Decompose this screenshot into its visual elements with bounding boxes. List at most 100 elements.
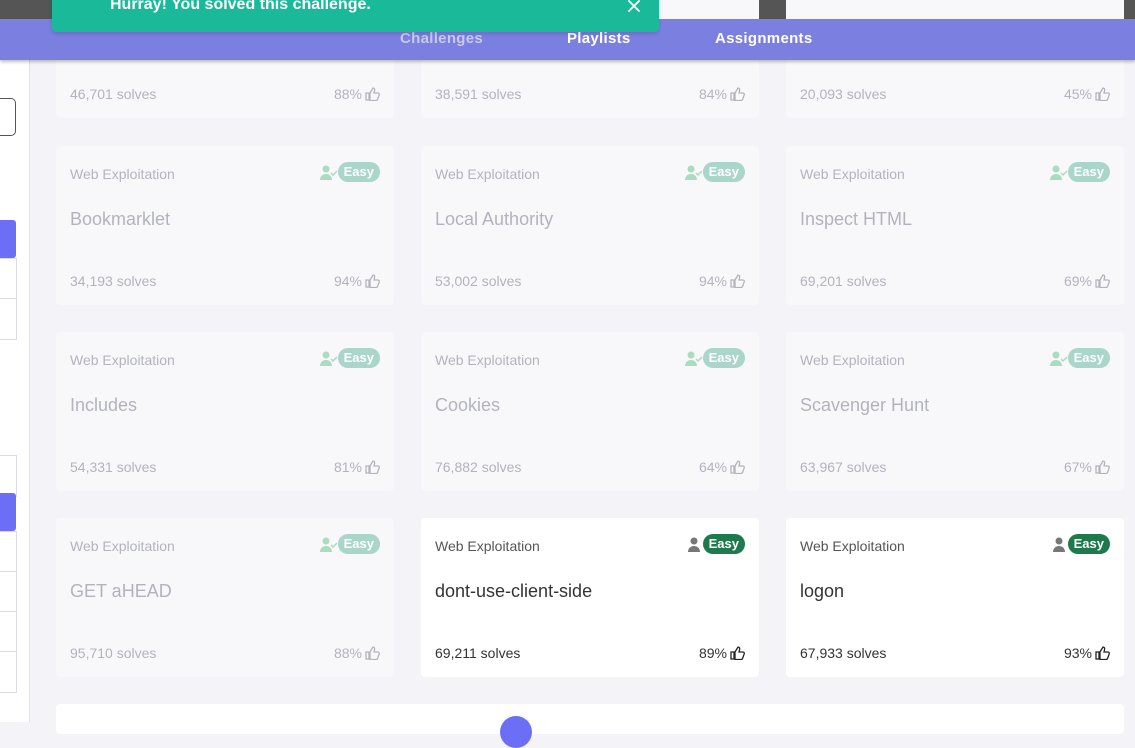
challenge-category: Web Exploitation bbox=[800, 538, 905, 554]
solve-count: 67,933 solves bbox=[800, 645, 887, 661]
rating: 64% bbox=[699, 459, 745, 475]
challenge-name[interactable]: dont-use-client-side bbox=[435, 581, 592, 602]
sidebar-filter-item[interactable] bbox=[0, 571, 17, 613]
challenge-card[interactable]: Web Exploitation Easy Bookmarklet 34,193… bbox=[56, 146, 394, 305]
rating: 67% bbox=[1064, 459, 1110, 475]
thumbs-up-icon bbox=[365, 274, 380, 288]
difficulty-badge: Easy bbox=[337, 348, 380, 368]
user-check-icon bbox=[320, 165, 338, 180]
challenge-name[interactable]: Local Authority bbox=[435, 209, 553, 230]
rating: 88% bbox=[334, 86, 380, 102]
solve-count: 63,967 solves bbox=[800, 459, 887, 475]
challenge-category: Web Exploitation bbox=[800, 352, 905, 368]
rating-value: 64% bbox=[698, 459, 727, 475]
nav-assignments[interactable]: Assignments bbox=[715, 30, 813, 47]
rating-value: 93% bbox=[1063, 645, 1092, 661]
user-check-icon bbox=[320, 537, 338, 552]
sidebar-active-filter[interactable] bbox=[0, 493, 16, 531]
sidebar-search-box[interactable] bbox=[0, 98, 16, 136]
difficulty-badge: Easy bbox=[1067, 534, 1110, 554]
thumbs-up-icon bbox=[365, 460, 380, 474]
challenge-card[interactable]: Web Exploitation Easy Scavenger Hunt 63,… bbox=[786, 332, 1124, 491]
challenge-category: Web Exploitation bbox=[800, 166, 905, 182]
filter-sidebar bbox=[0, 60, 30, 722]
thumbs-up-icon bbox=[1095, 646, 1110, 660]
challenge-name[interactable]: Includes bbox=[70, 395, 137, 416]
challenge-name[interactable]: Bookmarklet bbox=[70, 209, 170, 230]
difficulty-badge: Easy bbox=[702, 162, 745, 182]
rating: 89% bbox=[699, 645, 745, 661]
thumbs-up-icon bbox=[730, 460, 745, 474]
rating-value: 84% bbox=[698, 86, 727, 102]
user-icon bbox=[1053, 537, 1065, 552]
difficulty-badge: Easy bbox=[1067, 348, 1110, 368]
thumbs-up-icon bbox=[365, 646, 380, 660]
sidebar-active-category[interactable] bbox=[0, 220, 16, 258]
rating: 94% bbox=[334, 273, 380, 289]
close-icon[interactable] bbox=[626, 0, 642, 14]
thumbs-up-icon bbox=[365, 87, 380, 101]
challenge-category: Web Exploitation bbox=[435, 538, 540, 554]
difficulty-badge: Easy bbox=[337, 162, 380, 182]
solve-count: 54,331 solves bbox=[70, 459, 157, 475]
challenge-name[interactable]: GET aHEAD bbox=[70, 581, 172, 602]
thumbs-up-icon bbox=[1095, 274, 1110, 288]
rating-value: 88% bbox=[333, 645, 362, 661]
difficulty-badge: Easy bbox=[702, 534, 745, 554]
thumbs-up-icon bbox=[730, 87, 745, 101]
challenge-card[interactable]: Web Exploitation Easy dont-use-client-si… bbox=[421, 518, 759, 677]
nav-playlists[interactable]: Playlists bbox=[567, 30, 631, 47]
challenge-card[interactable]: Web Exploitation Easy Includes 54,331 so… bbox=[56, 332, 394, 491]
solve-count: 76,882 solves bbox=[435, 459, 522, 475]
challenge-name[interactable]: logon bbox=[800, 581, 844, 602]
nav-challenges[interactable]: Challenges bbox=[400, 30, 483, 47]
pagination-current-page[interactable] bbox=[500, 716, 532, 748]
rating-value: 94% bbox=[333, 273, 362, 289]
difficulty-badge: Easy bbox=[337, 534, 380, 554]
difficulty-badge: Easy bbox=[1067, 162, 1110, 182]
challenge-card[interactable]: Web Exploitation Easy GET aHEAD 95,710 s… bbox=[56, 518, 394, 677]
thumbs-up-icon bbox=[730, 274, 745, 288]
solve-count: 95,710 solves bbox=[70, 645, 157, 661]
challenge-category: Web Exploitation bbox=[70, 166, 175, 182]
thumbs-up-icon bbox=[1095, 87, 1110, 101]
challenge-name[interactable]: Scavenger Hunt bbox=[800, 395, 929, 416]
challenge-card[interactable]: Web Exploitation Easy Inspect HTML 69,20… bbox=[786, 146, 1124, 305]
rating-value: 88% bbox=[333, 86, 362, 102]
solve-count: 69,201 solves bbox=[800, 273, 887, 289]
rating: 88% bbox=[334, 645, 380, 661]
thumbs-up-icon bbox=[730, 646, 745, 660]
user-icon bbox=[688, 537, 700, 552]
user-check-icon bbox=[320, 351, 338, 366]
challenge-name[interactable]: Cookies bbox=[435, 395, 500, 416]
rating-value: 89% bbox=[698, 645, 727, 661]
sidebar-category-item[interactable] bbox=[0, 258, 17, 300]
rating: 84% bbox=[699, 86, 745, 102]
rating: 69% bbox=[1064, 273, 1110, 289]
sidebar-filter-item[interactable] bbox=[0, 455, 17, 497]
solve-count: 53,002 solves bbox=[435, 273, 522, 289]
challenge-name[interactable]: Inspect HTML bbox=[800, 209, 912, 230]
rating-value: 81% bbox=[333, 459, 362, 475]
rating-value: 69% bbox=[1063, 273, 1092, 289]
solve-count: 38,591 solves bbox=[435, 86, 522, 102]
solve-count: 20,093 solves bbox=[800, 86, 887, 102]
challenge-card[interactable]: Web Exploitation Easy logon 67,933 solve… bbox=[786, 518, 1124, 677]
success-toast: Hurray! You solved this challenge. bbox=[52, 0, 659, 32]
pagination bbox=[56, 704, 1124, 748]
solve-count: 69,211 solves bbox=[435, 645, 521, 661]
rating-value: 45% bbox=[1063, 86, 1092, 102]
rating-value: 94% bbox=[698, 273, 727, 289]
rating: 93% bbox=[1064, 645, 1110, 661]
thumbs-up-icon bbox=[1095, 460, 1110, 474]
user-check-icon bbox=[685, 165, 703, 180]
user-check-icon bbox=[1050, 351, 1068, 366]
sidebar-filter-item[interactable] bbox=[0, 611, 17, 653]
challenge-card[interactable]: Web Exploitation Easy Cookies 76,882 sol… bbox=[421, 332, 759, 491]
challenge-card[interactable]: Web Exploitation Easy Local Authority 53… bbox=[421, 146, 759, 305]
sidebar-filter-item[interactable] bbox=[0, 651, 17, 693]
challenge-category: Web Exploitation bbox=[435, 352, 540, 368]
sidebar-filter-item[interactable] bbox=[0, 531, 17, 573]
sidebar-category-item[interactable] bbox=[0, 298, 17, 340]
user-check-icon bbox=[685, 351, 703, 366]
